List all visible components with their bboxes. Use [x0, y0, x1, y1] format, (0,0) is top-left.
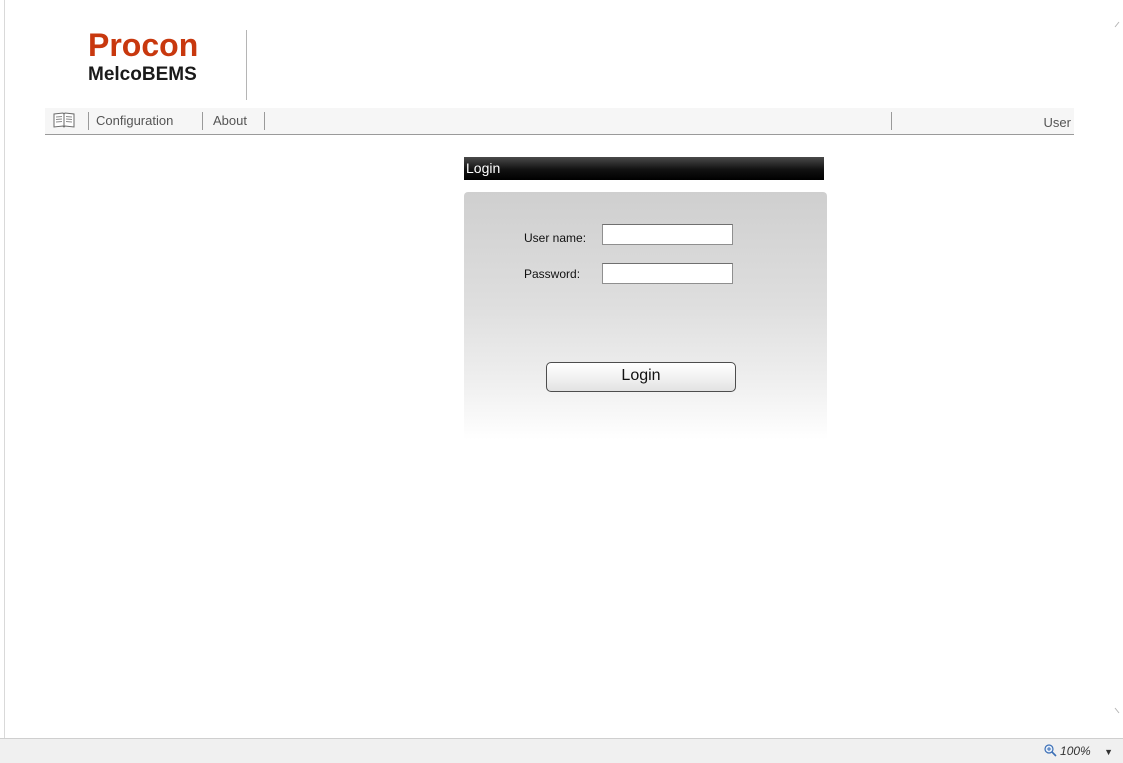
scroll-up-icon[interactable] [1113, 18, 1123, 30]
vertical-scrollbar[interactable] [1112, 0, 1123, 738]
menu-separator [264, 112, 265, 130]
login-button[interactable]: Login [546, 362, 736, 392]
zoom-control[interactable]: 100% ▼ [1044, 743, 1113, 760]
password-field[interactable] [602, 263, 733, 284]
zoom-icon [1044, 744, 1057, 757]
menu-separator [88, 112, 89, 130]
scroll-down-icon[interactable] [1113, 704, 1123, 716]
menu-separator [202, 112, 203, 130]
username-label: User name: [524, 231, 587, 245]
login-panel: User name: Password: Login [464, 192, 827, 440]
browser-viewport: Procon MelcoBEMS Configuration About Use… [0, 0, 1123, 738]
brand-name: Procon [88, 27, 199, 63]
product-name: MelcoBEMS [88, 64, 197, 85]
zoom-level: 100% [1060, 744, 1091, 758]
menu-bar: Configuration About User [45, 108, 1074, 135]
user-label[interactable]: User [1044, 114, 1071, 132]
password-label: Password: [524, 267, 581, 281]
menu-item-about[interactable]: About [213, 112, 247, 130]
menu-item-configuration[interactable]: Configuration [96, 112, 173, 130]
login-title: Login [464, 157, 824, 180]
username-field[interactable] [602, 224, 733, 245]
chevron-down-icon[interactable]: ▼ [1104, 744, 1113, 760]
menu-separator [891, 112, 892, 130]
status-bar: 100% ▼ [0, 738, 1123, 763]
logo-divider [246, 30, 247, 100]
manual-book-icon[interactable] [53, 111, 75, 129]
viewport-edge [4, 0, 5, 738]
